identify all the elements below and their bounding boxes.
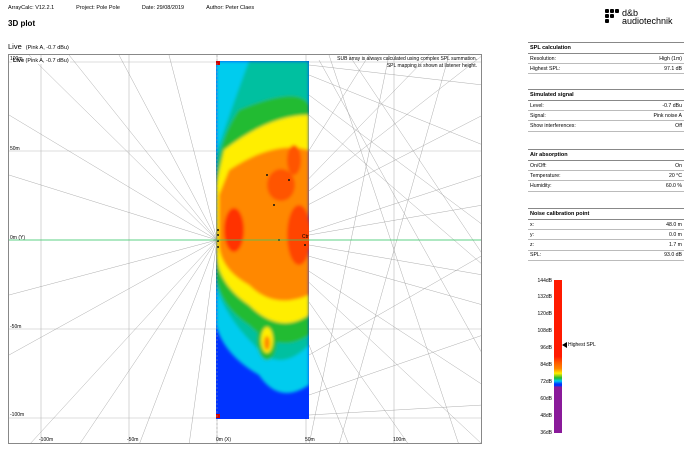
spl-color-scale: 144dB 132dB 120dB 108dB 96dB 84dB 72dB 6… [528, 278, 628, 438]
page-title: 3D plot [8, 19, 36, 28]
y-tick-label: 100m [10, 56, 23, 62]
header-bar: ArrayCalc: V12.2.1 Project: Pole Pole Da… [8, 5, 254, 11]
x-tick-label: 100m [393, 437, 406, 443]
scale-label: 144dB [537, 278, 552, 284]
plot-note-line2: SPL mapping is shown at listener height. [386, 62, 477, 69]
panel-spl-calculation: SPL calculation Resolution: High (1m) Hig… [528, 42, 684, 75]
panel-row: SPL: 93.0 dB [528, 251, 684, 261]
highest-spl-marker: Highest SPL [562, 342, 596, 348]
x-tick-label: 50m [305, 437, 315, 443]
panel-title: Simulated signal [528, 89, 684, 101]
y-tick-label: -100m [10, 412, 25, 418]
logo-line2: audiotechnik [622, 16, 673, 26]
panel-title: Noise calibration point [528, 208, 684, 220]
panel-row: z: 1.7 m [528, 240, 684, 251]
y-tick-label: -50m [10, 324, 22, 330]
panel-row: Show interferences: Off [528, 121, 684, 132]
panel-row: y: 0.0 m [528, 230, 684, 241]
plot-heading: Live (Pink A, -0.7 dBu) [8, 42, 69, 51]
logo-mark-icon [605, 9, 619, 23]
panel-row: Temperature: 20 °C [528, 171, 684, 182]
scale-label: 84dB [540, 362, 552, 368]
scale-label: 96dB [540, 345, 552, 351]
panel-simulated-signal: Simulated signal Level: -0.7 dBu Signal: P… [528, 89, 684, 132]
panel-row: On/Off: On [528, 161, 684, 172]
app-version: ArrayCalc: V12.2.1 [8, 5, 55, 11]
y-tick-label: 0m (Y) [10, 235, 25, 241]
center-point-label: Ctr [302, 234, 309, 240]
panel-title: Air absorption [528, 149, 684, 161]
author-label: Author: Peter Claes [206, 5, 255, 11]
plot-live-sub: (Pink A, -0.7 dBu) [25, 45, 69, 51]
scale-label: 72dB [540, 379, 552, 385]
panel-air-absorption: Air absorption On/Off: On Temperature: 20 … [528, 149, 684, 192]
scale-label: 60dB [540, 396, 552, 402]
panel-row: Level: -0.7 dBu [528, 101, 684, 112]
db-logo: d&b audiotechnik [605, 9, 673, 26]
panel-row: Resolution: High (1m) [528, 54, 684, 65]
scale-label: 132dB [537, 294, 552, 300]
panel-row: Signal: Pink noise A [528, 111, 684, 122]
marker-arrow-icon [562, 342, 567, 348]
plot-note: SUB array is always calculated using com… [337, 56, 477, 69]
x-tick-label: 0m (X) [216, 437, 231, 443]
x-tick-label: -50m [127, 437, 139, 443]
panel-row: Humidity: 60.0 % [528, 181, 684, 192]
scale-label: 120dB [537, 311, 552, 317]
project-name: Project: Pole Pole [76, 5, 120, 11]
date-label: Date: 29/08/2019 [141, 5, 185, 11]
x-tick-label: -100m [39, 437, 54, 443]
panel-noise-calibration: Noise calibration point x: 48.0 m y: 0.0 m… [528, 208, 684, 261]
spl-map-svg [9, 55, 481, 443]
panel-row: Highest SPL: 97.1 dB [528, 64, 684, 75]
highest-spl-label: Highest SPL [568, 342, 596, 348]
scale-label: 108dB [537, 328, 552, 334]
plot-note-line1: SUB array is always calculated using com… [337, 56, 477, 62]
spl-map-plot[interactable]: Live (Pink A, -0.7 dBu) SUB array is alw… [8, 54, 482, 444]
y-tick-label: 50m [10, 146, 20, 152]
scale-label: 48dB [540, 413, 552, 419]
scale-label: 36dB [540, 430, 552, 436]
scale-bar [554, 280, 562, 433]
plot-live-label: Live [8, 42, 22, 51]
panel-title: SPL calculation [528, 42, 684, 54]
panel-row: x: 48.0 m [528, 220, 684, 231]
